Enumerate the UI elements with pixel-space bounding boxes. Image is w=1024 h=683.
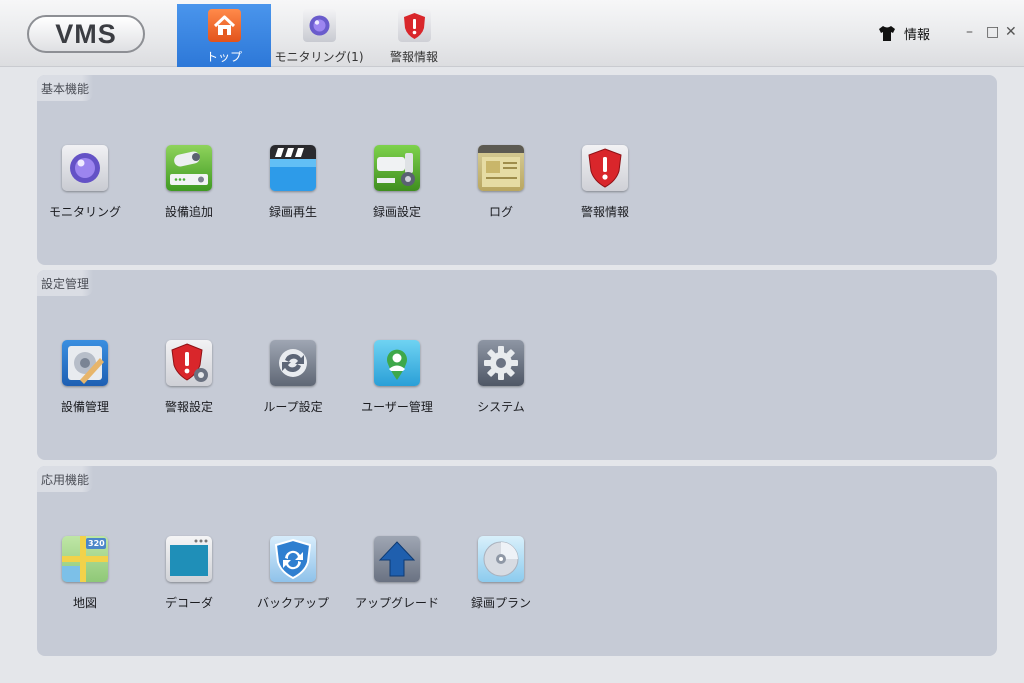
item-label: 録画再生 xyxy=(268,205,317,219)
item-label: 警報情報 xyxy=(580,205,629,219)
map-icon: 320 xyxy=(62,536,108,582)
item-monitoring[interactable]: モニタリング xyxy=(35,145,135,220)
item-label: 警報設定 xyxy=(164,400,213,414)
disc-icon xyxy=(478,536,524,582)
camera-lens-icon xyxy=(302,9,336,42)
add-device-icon xyxy=(166,145,212,191)
panel-basic-functions: 基本機能 モニタリング 設備追加 録画再生 録画設定 ログ 警報情報 xyxy=(37,75,997,265)
tab-top[interactable]: トップ xyxy=(177,4,271,67)
minimize-button[interactable]: – xyxy=(966,24,973,40)
item-label: バックアップ xyxy=(256,596,329,610)
gear-icon xyxy=(478,340,524,386)
alarm-settings-icon xyxy=(166,340,212,386)
item-label: デコーダ xyxy=(164,596,213,610)
clapperboard-icon xyxy=(270,145,316,191)
item-alarm-settings[interactable]: 警報設定 xyxy=(139,340,239,415)
info-label: 情報 xyxy=(904,28,931,43)
upgrade-arrow-icon xyxy=(374,536,420,582)
log-window-icon xyxy=(478,145,524,191)
title-bar: VMS トップ モニタリング(1) 警報情報 情報 – □ ✕ xyxy=(0,0,1024,67)
item-label: 設備追加 xyxy=(164,205,213,219)
info-button[interactable]: 情報 xyxy=(878,24,930,43)
item-label: ループ設定 xyxy=(263,400,323,414)
panel-settings-management: 設定管理 設備管理 警報設定 ループ設定 ユーザー管理 システム xyxy=(37,270,997,460)
shirt-icon xyxy=(879,26,895,41)
tab-alarm-info[interactable]: 警報情報 xyxy=(381,4,447,67)
user-icon xyxy=(374,340,420,386)
alarm-shield-icon xyxy=(397,9,431,42)
item-label: アップグレード xyxy=(354,596,439,610)
camera-lens-icon xyxy=(62,145,108,191)
item-add-device[interactable]: 設備追加 xyxy=(139,145,239,220)
panel-title: 設定管理 xyxy=(37,270,94,296)
item-decoder[interactable]: デコーダ xyxy=(139,536,239,611)
item-label: モニタリング xyxy=(48,205,121,219)
item-playback[interactable]: 録画再生 xyxy=(243,145,343,220)
item-log[interactable]: ログ xyxy=(451,145,551,220)
item-label: 録画プラン xyxy=(470,596,531,610)
map-badge: 320 xyxy=(88,539,105,548)
home-icon xyxy=(207,9,241,42)
item-device-management[interactable]: 設備管理 xyxy=(35,340,135,415)
panel-title: 応用機能 xyxy=(37,466,94,492)
device-manage-icon xyxy=(62,340,108,386)
item-label: 地図 xyxy=(72,596,97,610)
item-record-plan[interactable]: 録画プラン xyxy=(451,536,551,611)
item-user-management[interactable]: ユーザー管理 xyxy=(347,340,447,415)
item-label: 設備管理 xyxy=(60,400,109,414)
item-label: ユーザー管理 xyxy=(361,400,433,414)
record-settings-icon xyxy=(374,145,420,191)
item-record-settings[interactable]: 録画設定 xyxy=(347,145,447,220)
item-backup[interactable]: バックアップ xyxy=(243,536,343,611)
tab-monitoring-label: モニタリング(1) xyxy=(274,50,364,64)
maximize-button[interactable]: □ xyxy=(986,24,999,40)
close-button[interactable]: ✕ xyxy=(1005,24,1017,40)
decoder-icon xyxy=(166,536,212,582)
panel-title: 基本機能 xyxy=(37,75,94,101)
panel-applied-functions: 応用機能 320 地図 デコーダ バックアップ アップグレード 録画プラン xyxy=(37,466,997,656)
item-label: 録画設定 xyxy=(372,205,421,219)
item-map[interactable]: 320 地図 xyxy=(35,536,135,611)
loop-icon xyxy=(270,340,316,386)
vms-logo: VMS xyxy=(27,15,145,53)
tab-top-label: トップ xyxy=(205,50,242,64)
tab-monitoring[interactable]: モニタリング(1) xyxy=(271,4,367,67)
item-loop-settings[interactable]: ループ設定 xyxy=(243,340,343,415)
alarm-shield-icon xyxy=(582,145,628,191)
item-upgrade[interactable]: アップグレード xyxy=(347,536,447,611)
item-label: ログ xyxy=(488,205,513,219)
item-label: システム xyxy=(477,400,525,414)
item-system[interactable]: システム xyxy=(451,340,551,415)
item-alarm-info[interactable]: 警報情報 xyxy=(555,145,655,220)
backup-icon xyxy=(270,536,316,582)
tab-alarm-label: 警報情報 xyxy=(389,50,438,64)
